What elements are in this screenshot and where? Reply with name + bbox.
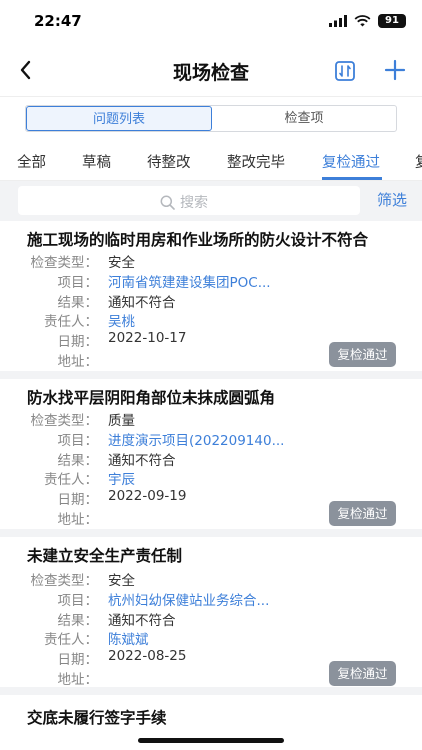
segment-bar: 问题列表 检查项 bbox=[0, 96, 422, 139]
field-value: 2022-09-19 bbox=[108, 488, 187, 504]
issue-title: 交底未履行签字手续 bbox=[27, 709, 167, 727]
page-title: 现场检查 bbox=[172, 62, 249, 84]
field-value: 安全 bbox=[108, 573, 135, 589]
segmented-control: 问题列表 检查项 bbox=[25, 105, 397, 132]
field-project: 项目： 进度演示项目(202209140... bbox=[0, 429, 422, 449]
issue-title: 未建立安全生产责任制 bbox=[27, 547, 183, 565]
tab-all[interactable]: 全部 bbox=[17, 151, 46, 172]
project-link[interactable]: 杭州妇幼保健站业务综合... bbox=[108, 589, 269, 609]
battery-icon: 91 bbox=[378, 14, 406, 28]
field-value: 通知不符合 bbox=[108, 453, 176, 469]
field-owner: 责任人： 宇辰 bbox=[0, 468, 422, 488]
status-badge[interactable]: 复检通过 bbox=[329, 661, 396, 686]
field-label: 地址： bbox=[57, 354, 99, 370]
search-placeholder: 搜索 bbox=[180, 195, 208, 211]
field-label: 结果： bbox=[57, 453, 99, 469]
issue-card[interactable]: 防水找平层阴阳角部位未抹成圆弧角 检查类型： 质量 项目： 进度演示项目(202… bbox=[0, 379, 422, 529]
field-label: 地址： bbox=[57, 512, 99, 528]
field-value: 质量 bbox=[108, 413, 135, 429]
field-label: 责任人： bbox=[44, 472, 98, 488]
status-tabs: 全部 草稿 待整改 整改完毕 复检通过 复 bbox=[0, 139, 422, 181]
field-label: 检查类型： bbox=[30, 413, 99, 429]
field-project: 项目： 杭州妇幼保健站业务综合... bbox=[0, 589, 422, 609]
field-label: 检查类型： bbox=[30, 573, 99, 589]
status-badge[interactable]: 复检通过 bbox=[329, 342, 396, 367]
tab-draft[interactable]: 草稿 bbox=[82, 151, 111, 172]
field-project: 项目： 河南省筑建建设集团POC... bbox=[0, 271, 422, 291]
owner-link[interactable]: 宇辰 bbox=[108, 468, 135, 488]
field-value: 2022-10-17 bbox=[108, 330, 187, 346]
owner-link[interactable]: 陈斌斌 bbox=[108, 628, 149, 648]
search-placeholder-group: 搜索 bbox=[160, 192, 208, 212]
field-result: 结果： 通知不符合 bbox=[0, 449, 422, 469]
field-type: 检查类型： 安全 bbox=[0, 251, 422, 271]
owner-link[interactable]: 吴桃 bbox=[108, 310, 135, 330]
field-label: 日期： bbox=[57, 492, 99, 508]
field-label: 项目： bbox=[57, 275, 99, 291]
field-label: 结果： bbox=[57, 613, 99, 629]
field-owner: 责任人： 陈斌斌 bbox=[0, 628, 422, 648]
field-label: 项目： bbox=[57, 593, 99, 609]
search-icon bbox=[160, 195, 175, 210]
add-icon[interactable] bbox=[383, 58, 407, 82]
tab-more[interactable]: 复 bbox=[415, 151, 422, 172]
segment-check-items[interactable]: 检查项 bbox=[212, 106, 396, 131]
issue-title: 防水找平层阴阳角部位未抹成圆弧角 bbox=[27, 389, 276, 407]
project-link[interactable]: 河南省筑建建设集团POC... bbox=[108, 271, 271, 291]
project-link[interactable]: 进度演示项目(202209140... bbox=[108, 429, 284, 449]
field-label: 地址： bbox=[57, 672, 99, 687]
sort-switch-icon[interactable] bbox=[334, 60, 356, 82]
field-value: 通知不符合 bbox=[108, 613, 176, 629]
field-result: 结果： 通知不符合 bbox=[0, 609, 422, 629]
tab-pending-rectify[interactable]: 待整改 bbox=[147, 151, 191, 172]
status-time: 22:47 bbox=[34, 12, 82, 30]
segment-issue-list[interactable]: 问题列表 bbox=[26, 106, 212, 131]
field-value: 2022-08-25 bbox=[108, 648, 187, 664]
issue-card[interactable]: 施工现场的临时用房和作业场所的防火设计不符合 检查类型： 安全 项目： 河南省筑… bbox=[0, 221, 422, 371]
field-label: 检查类型： bbox=[30, 255, 99, 271]
wifi-icon bbox=[354, 15, 371, 27]
status-icons: 91 bbox=[329, 14, 406, 28]
signal-icon bbox=[329, 15, 347, 27]
field-label: 日期： bbox=[57, 652, 99, 668]
field-value: 通知不符合 bbox=[108, 295, 176, 311]
field-type: 检查类型： 质量 bbox=[0, 409, 422, 429]
home-indicator bbox=[138, 738, 284, 743]
field-label: 责任人： bbox=[44, 632, 98, 648]
tab-recheck-passed[interactable]: 复检通过 bbox=[322, 151, 380, 172]
tab-active-indicator bbox=[322, 177, 382, 180]
search-input[interactable]: 搜索 bbox=[18, 186, 360, 215]
filter-button[interactable]: 筛选 bbox=[377, 189, 407, 210]
search-row: 搜索 筛选 bbox=[0, 181, 422, 221]
field-type: 检查类型： 安全 bbox=[0, 569, 422, 589]
tab-rectified[interactable]: 整改完毕 bbox=[227, 151, 285, 172]
field-owner: 责任人： 吴桃 bbox=[0, 310, 422, 330]
issue-title: 施工现场的临时用房和作业场所的防火设计不符合 bbox=[27, 231, 369, 249]
field-label: 责任人： bbox=[44, 314, 98, 330]
field-label: 日期： bbox=[57, 334, 99, 350]
issue-card[interactable]: 未建立安全生产责任制 检查类型： 安全 项目： 杭州妇幼保健站业务综合... 结… bbox=[0, 537, 422, 687]
field-label: 结果： bbox=[57, 295, 99, 311]
status-badge[interactable]: 复检通过 bbox=[329, 501, 396, 526]
field-result: 结果： 通知不符合 bbox=[0, 291, 422, 311]
field-label: 项目： bbox=[57, 433, 99, 449]
field-value: 安全 bbox=[108, 255, 135, 271]
status-bar: 22:47 91 bbox=[0, 0, 422, 44]
nav-bar: 现场检查 bbox=[0, 44, 422, 96]
